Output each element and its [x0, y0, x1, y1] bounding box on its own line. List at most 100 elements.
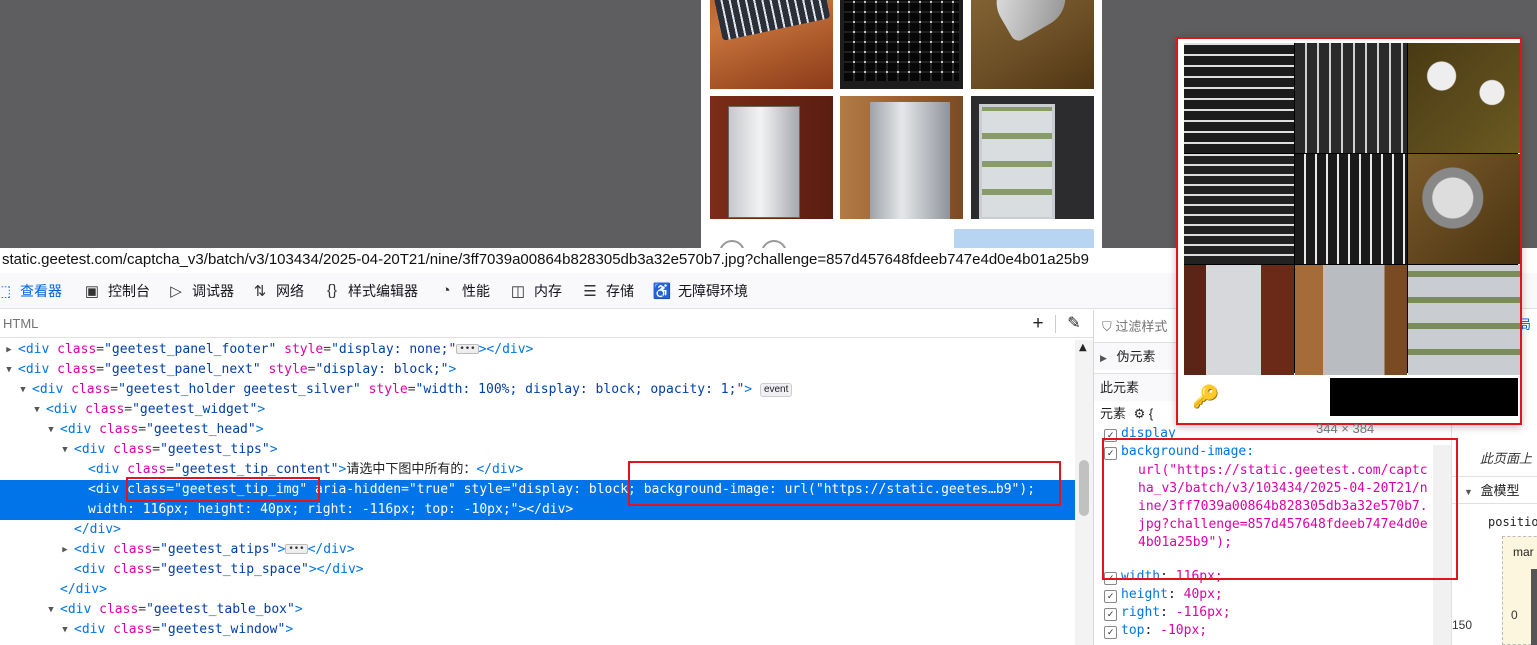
- collapse-arrow-icon[interactable]: ▼: [32, 400, 42, 420]
- preview-tile-key: [1408, 154, 1520, 264]
- tag-name: <div: [18, 342, 50, 357]
- captcha-tile-refrigerator[interactable]: [971, 96, 1094, 219]
- tree-node[interactable]: ▶ <div class="geetest_panel_footer" styl…: [0, 340, 1075, 360]
- selected-node-line2: width: 116px; height: 40px; right: -116p…: [88, 502, 574, 517]
- attr-value: "display: none;": [331, 342, 457, 357]
- box-model-section[interactable]: ▼ 盒模型: [1452, 476, 1537, 504]
- tag-close: >: [308, 562, 317, 577]
- decl-background-image[interactable]: ✓ background-image:: [1104, 443, 1254, 461]
- tree-node[interactable]: ▼ <div class="geetest_head">: [0, 420, 1075, 440]
- accessibility-icon: ♿: [652, 282, 672, 300]
- decl-height[interactable]: ✓ height: 40px;: [1104, 586, 1223, 604]
- tag-name: <div: [74, 542, 106, 557]
- tag-end: </div>: [307, 542, 355, 557]
- decl-checkbox[interactable]: ✓: [1104, 572, 1117, 585]
- event-badge[interactable]: event: [759, 383, 793, 397]
- tag-name: <div: [46, 402, 78, 417]
- tree-node[interactable]: ▼ <div class="geetest_table_box">: [0, 600, 1075, 620]
- filter-styles-input[interactable]: ⛉ 过滤样式: [1102, 316, 1167, 335]
- rules-scrollbar[interactable]: [1433, 445, 1451, 645]
- attr-value: "geetest_atips": [160, 542, 278, 557]
- decl-right[interactable]: ✓ right: -116px;: [1104, 604, 1231, 622]
- tree-node[interactable]: <div class="geetest_tip_content">请选中下图中所…: [0, 460, 1075, 480]
- captcha-tile-refrigerator[interactable]: [710, 96, 833, 219]
- attr-name: class: [57, 342, 97, 357]
- eyedropper-icon[interactable]: ✎: [1062, 312, 1086, 336]
- attr-value: "geetest_tip_content": [174, 462, 339, 477]
- tab-storage[interactable]: ☰ 存储: [580, 273, 642, 309]
- captcha-refresh-button[interactable]: [761, 240, 787, 248]
- attr-name: class: [85, 402, 125, 417]
- tag-close: >: [277, 542, 286, 557]
- tab-network[interactable]: ⇅ 网络: [250, 273, 312, 309]
- captcha-close-button[interactable]: [719, 240, 745, 248]
- tag-end: </div>: [60, 582, 107, 597]
- tree-node[interactable]: ▼ <div class="geetest_window">: [0, 620, 1075, 640]
- captcha-tile-refrigerator[interactable]: [840, 96, 963, 219]
- collapse-arrow-icon: ▼: [1464, 487, 1473, 497]
- expand-arrow-icon[interactable]: ▶: [60, 540, 70, 560]
- tree-node-selected[interactable]: <div class="geetest_tip_img" aria-hidden…: [0, 480, 1075, 520]
- selected-node-line1: <div class="geetest_tip_img" aria-hidden…: [88, 482, 1036, 497]
- collapse-arrow-icon[interactable]: ▼: [18, 380, 28, 400]
- decl-top[interactable]: ✓ top: -10px;: [1104, 622, 1207, 640]
- collapse-arrow-icon[interactable]: ▼: [46, 420, 56, 440]
- preview-tile-keyboard: [1295, 154, 1407, 264]
- scroll-up-icon[interactable]: ▲: [1079, 342, 1087, 353]
- tab-memory[interactable]: ◫ 内存: [508, 273, 570, 309]
- collapse-arrow-icon[interactable]: ▼: [4, 360, 14, 380]
- scrollbar-thumb[interactable]: [1079, 460, 1089, 516]
- attr-value: "geetest_table_box": [146, 602, 295, 617]
- attr-value: "geetest_holder geetest_silver": [118, 382, 361, 397]
- markup-scrollbar[interactable]: ▲: [1075, 340, 1093, 645]
- decl-display[interactable]: ✓ display: [1104, 425, 1176, 443]
- captcha-tile-keyboard[interactable]: [710, 0, 833, 89]
- filter-placeholder: 过滤样式: [1115, 319, 1168, 334]
- captcha-tile-keyboard[interactable]: [840, 0, 963, 89]
- decl-checkbox[interactable]: ✓: [1104, 608, 1117, 621]
- captcha-tile-key[interactable]: [971, 0, 1094, 89]
- decl-checkbox[interactable]: ✓: [1104, 429, 1117, 442]
- decl-checkbox[interactable]: ✓: [1104, 447, 1117, 460]
- prop-value: -10px;: [1160, 623, 1208, 638]
- gear-icon[interactable]: ⚙: [1134, 406, 1146, 421]
- collapse-arrow-icon[interactable]: ▼: [46, 600, 56, 620]
- attr-value: "display: block;": [315, 362, 449, 377]
- text-node: 请选中下图中所有的：: [346, 462, 477, 477]
- tab-performance[interactable]: ◔ 性能: [436, 273, 498, 309]
- prop-value: -116px;: [1175, 605, 1231, 620]
- tab-inspector[interactable]: ⬚ 查看器: [0, 273, 70, 309]
- tree-node[interactable]: <div class="geetest_tip_space"></div>: [0, 560, 1075, 580]
- tree-node[interactable]: ▼ <div class="geetest_widget">: [0, 400, 1075, 420]
- tree-node[interactable]: ▼ <div class="geetest_panel_next" style=…: [0, 360, 1075, 380]
- attr-name: class: [113, 562, 153, 577]
- tab-console[interactable]: ▣ 控制台: [82, 273, 158, 309]
- tag-close: ></div>: [478, 342, 534, 357]
- tree-node[interactable]: ▼ <div class="geetest_holder geetest_sil…: [0, 380, 1075, 400]
- decl-checkbox[interactable]: ✓: [1104, 626, 1117, 639]
- background-image-url-link[interactable]: url("https://static.geetest.com/captcha_…: [1138, 462, 1428, 552]
- collapse-arrow-icon[interactable]: ▼: [60, 620, 70, 640]
- tree-node[interactable]: ▼ <div class="geetest_tips">: [0, 440, 1075, 460]
- tab-style-editor[interactable]: {} 样式编辑器: [322, 273, 426, 309]
- captcha-confirm-button[interactable]: [954, 229, 1094, 248]
- border-box: [1531, 569, 1537, 645]
- collapsed-ellipsis-button[interactable]: •••: [456, 344, 479, 354]
- attr-name: class: [57, 362, 97, 377]
- tree-node-close[interactable]: </div>: [0, 580, 1075, 600]
- tab-accessibility[interactable]: ♿ 无障碍环境: [652, 273, 756, 309]
- expand-arrow-icon[interactable]: ▶: [4, 340, 14, 360]
- collapse-arrow-icon[interactable]: ▼: [60, 440, 70, 460]
- decl-width[interactable]: ✓ width: 116px;: [1104, 568, 1223, 586]
- tree-node-close[interactable]: </div>: [0, 520, 1075, 540]
- prop-name: right: [1121, 605, 1161, 620]
- markup-search-input[interactable]: HTML: [3, 316, 38, 331]
- prop-name: height: [1121, 587, 1168, 602]
- decl-checkbox[interactable]: ✓: [1104, 590, 1117, 603]
- style-editor-icon: {}: [326, 282, 338, 299]
- tree-node[interactable]: ▶ <div class="geetest_atips"> ••• </div>: [0, 540, 1075, 560]
- collapsed-ellipsis-button[interactable]: •••: [285, 544, 308, 554]
- preview-tile-refrigerator: [1408, 265, 1520, 375]
- tab-debugger[interactable]: ▷ 调试器: [166, 273, 242, 309]
- add-node-button[interactable]: +: [1026, 312, 1050, 336]
